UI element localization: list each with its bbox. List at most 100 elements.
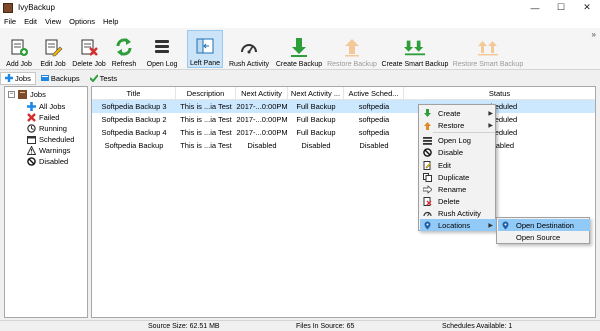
delete-job-button[interactable]: Delete Job [72,30,106,68]
ctx-locations[interactable]: Locations ▶ [420,219,496,231]
tree-item-all-jobs[interactable]: All Jobs [27,101,65,112]
ctx-duplicate[interactable]: Duplicate [420,171,496,183]
tree-item-failed[interactable]: Failed [27,112,59,123]
menu-separator [433,132,495,133]
table-row[interactable]: Softpedia Backup This is ...ia Test Disabl… [92,139,595,152]
status-source-size: Source Size: 62.51 MB [148,323,220,330]
close-button[interactable]: ✕ [574,0,600,15]
add-job-icon [8,36,30,58]
add-job-button[interactable]: Add Job [4,30,34,68]
menu-file[interactable]: File [0,17,20,26]
tree-item-disabled[interactable]: Disabled [27,156,68,167]
toolbar-overflow-icon[interactable]: » [592,30,596,39]
column-active-schedule[interactable]: Active Sched... [344,87,404,100]
menu-edit[interactable]: Edit [20,17,41,26]
restore-backup-button[interactable]: Restore Backup [327,30,377,68]
column-next-activity[interactable]: Next Activity [236,87,288,100]
create-backup-button[interactable]: Create Backup [276,30,322,68]
context-menu: Create ▶ Restore ▶ Open Log Disable Edit… [418,104,496,231]
app-icon [3,2,13,13]
collapse-icon[interactable]: − [8,91,15,98]
table-row[interactable]: Softpedia Backup 4 This is ...ia Test 2017… [92,126,595,139]
cell-title: Softpedia Backup 3 [101,102,167,111]
cell-description: This is ...ia Test [180,115,232,124]
tab-tests[interactable]: Tests [85,72,123,85]
ctx-restore[interactable]: Restore ▶ [420,119,496,131]
left-pane-button[interactable]: Left Pane [187,30,223,68]
rush-activity-button[interactable]: Rush Activity [228,30,270,68]
submenu-open-source[interactable]: Open Source [498,231,590,243]
left-pane-icon [194,35,216,57]
status-files-in-source: Files In Source: 65 [296,323,355,330]
tree-item-warnings[interactable]: Warnings [27,145,70,156]
tree-item-scheduled[interactable]: Scheduled [27,134,74,145]
ctx-open-log[interactable]: Open Log [420,134,496,146]
column-title[interactable]: Title [92,87,176,100]
maximize-button[interactable]: ☐ [548,0,574,15]
cell-title: Softpedia Backup 4 [101,128,167,137]
refresh-button[interactable]: Refresh [110,30,138,68]
cell-next-activity-type: Full Backup [296,115,336,124]
menu-help[interactable]: Help [99,17,122,26]
menu-options[interactable]: Options [65,17,99,26]
failed-x-icon [27,113,36,122]
cell-active-schedule: Disabled [359,141,389,150]
ctx-create[interactable]: Create ▶ [420,107,496,119]
edit-job-button[interactable]: Edit Job [38,30,68,68]
duplicate-icon [423,172,432,182]
double-download-arrow-icon [404,36,426,58]
cell-active-schedule: softpedia [358,115,390,124]
ctx-disable[interactable]: Disable [420,146,496,158]
column-status[interactable]: Status [404,87,595,100]
restore-smart-backup-button[interactable]: Restore Smart Backup [453,30,523,68]
edit-icon [423,160,432,170]
cell-description: This is ...ia Test [180,141,232,150]
column-description[interactable]: Description [176,87,236,100]
ctx-rush-activity[interactable]: Rush Activity [420,207,496,219]
table-row[interactable]: Softpedia Backup 3 This is ...ia Test 2017… [92,100,595,113]
menu-view[interactable]: View [41,17,65,26]
cell-next-activity-type: Full Backup [296,128,336,137]
status-bar: Source Size: 62.51 MB Files In Source: 6… [0,320,600,331]
create-smart-backup-button[interactable]: Create Smart Backup [380,30,450,68]
restore-icon [423,121,432,130]
location-pin-icon [423,221,432,230]
create-icon [423,108,432,118]
minimize-button[interactable]: — [522,0,548,15]
column-next-activity-type[interactable]: Next Activity ... [288,87,344,100]
location-pin-icon [501,221,510,230]
tab-backups[interactable]: Backups [36,72,85,85]
cell-description: This is ...ia Test [180,128,232,137]
plus-icon [27,102,36,111]
disabled-icon [27,157,36,166]
title-bar: IvyBackup — ☐ ✕ [0,0,600,15]
edit-job-icon [42,36,64,58]
locations-submenu: Open Destination Open Source [496,217,590,244]
open-log-button[interactable]: Open Log [145,30,179,68]
cell-next-activity-type: Full Backup [296,102,336,111]
tree-item-running[interactable]: Running [27,123,67,134]
speedometer-icon [238,36,260,58]
cell-active-schedule: softpedia [358,128,390,137]
cell-title: Softpedia Backup [104,141,164,150]
jobs-grid: Title Description Next Activity Next Act… [91,86,596,318]
submenu-arrow-icon: ▶ [488,222,493,229]
log-icon [151,36,173,58]
delete-job-icon [78,36,100,58]
ctx-rename[interactable]: Rename [420,183,496,195]
tab-jobs[interactable]: Jobs [0,71,36,85]
app-title: IvyBackup [18,3,55,12]
tree-item-jobs[interactable]: − Jobs [8,89,46,100]
cell-title: Softpedia Backup 2 [101,115,167,124]
upload-arrow-icon [341,36,363,58]
submenu-open-destination[interactable]: Open Destination [498,219,590,231]
ctx-edit[interactable]: Edit [420,159,496,171]
cell-next-activity: 2017-...0:00PM [236,102,288,111]
ctx-delete[interactable]: Delete [420,195,496,207]
table-row[interactable]: Softpedia Backup 2 This is ...ia Test 2017… [92,113,595,126]
grid-header: Title Description Next Activity Next Act… [92,87,595,100]
backups-icon [40,74,49,82]
toolbar: Add Job Edit Job Delete Job Refresh Open… [0,28,600,70]
cell-next-activity: 2017-...0:00PM [236,128,288,137]
job-filter-tree: − Jobs All Jobs Failed Running Scheduled… [4,86,88,318]
